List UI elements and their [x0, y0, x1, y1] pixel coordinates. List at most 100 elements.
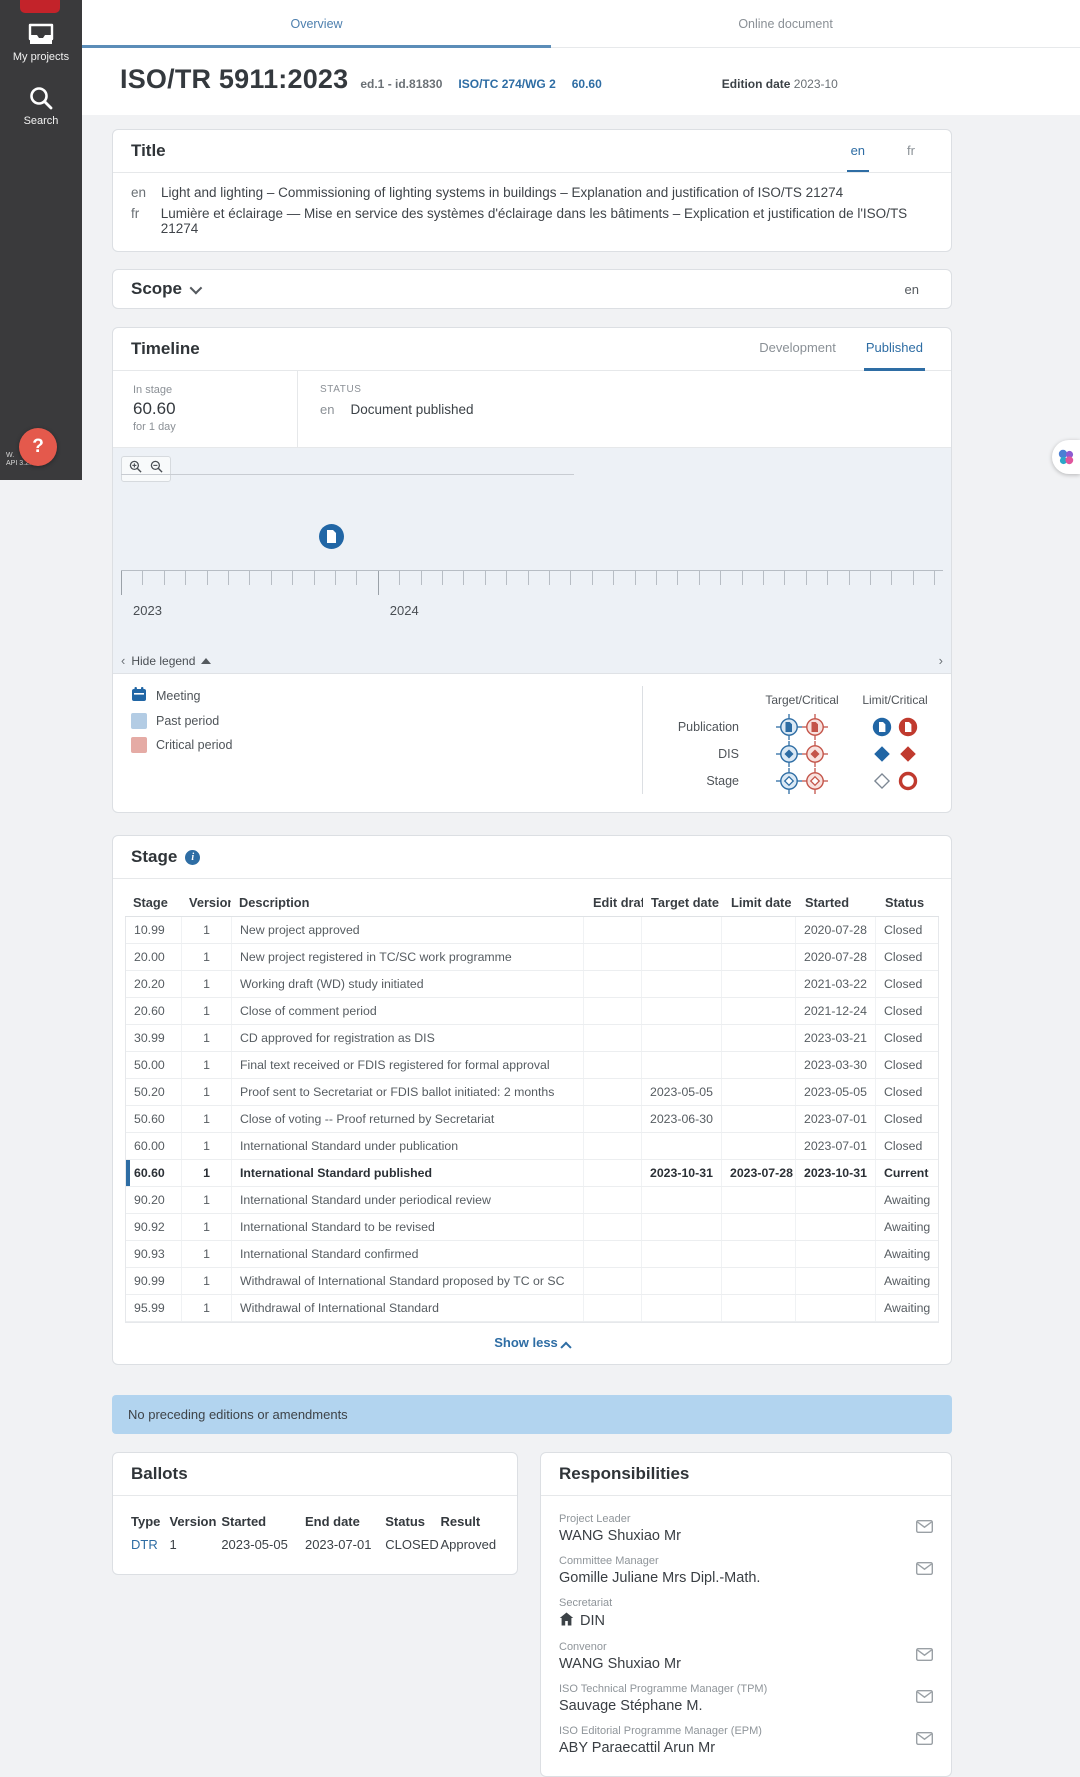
- timeline-card: Timeline Development Published In stage …: [112, 327, 952, 813]
- cell: 1: [182, 1214, 232, 1240]
- table-row[interactable]: 90.991Withdrawal of International Standa…: [126, 1268, 938, 1295]
- table-row[interactable]: 60.601International Standard published20…: [126, 1160, 938, 1187]
- cell: International Standard under publication: [232, 1133, 584, 1159]
- table-row[interactable]: 60.001International Standard under publi…: [126, 1133, 938, 1160]
- table-row[interactable]: 90.921International Standard to be revis…: [126, 1214, 938, 1241]
- title-card-heading: Title: [131, 141, 166, 161]
- info-icon[interactable]: i: [185, 850, 200, 865]
- lang-tab-fr[interactable]: fr: [903, 143, 919, 172]
- tab-overview[interactable]: Overview: [82, 0, 551, 47]
- ballot-type-link[interactable]: DTR: [131, 1533, 169, 1556]
- legend-item: Critical period: [131, 737, 642, 753]
- cell: [584, 944, 642, 970]
- cell: 10.99: [126, 917, 182, 943]
- ruler-tick: [442, 571, 443, 585]
- show-less-button[interactable]: Show less: [113, 1323, 951, 1364]
- mail-icon[interactable]: [916, 1648, 933, 1666]
- table-row[interactable]: 50.001Final text received or FDIS regist…: [126, 1052, 938, 1079]
- help-button[interactable]: ?: [19, 428, 57, 466]
- cell: Closed: [876, 998, 938, 1024]
- responsibility-role: ISO Editorial Programme Manager (EPM): [559, 1725, 899, 1737]
- legend-row-publication: Publication: [665, 713, 937, 740]
- cell: [584, 1241, 642, 1267]
- stage-code-link[interactable]: 60.60: [572, 77, 602, 91]
- cell: 90.92: [126, 1214, 182, 1240]
- timeline-tab-development[interactable]: Development: [757, 340, 838, 371]
- ruler-tick: [142, 571, 143, 585]
- table-row[interactable]: 90.931International Standard confirmedAw…: [126, 1241, 938, 1268]
- cell: [722, 1268, 796, 1294]
- app-logo[interactable]: [20, 0, 60, 13]
- title-translation-row: enLight and lighting – Commissioning of …: [131, 182, 933, 203]
- ruler-tick: [934, 571, 935, 585]
- hide-legend-toggle[interactable]: ‹ Hide legend: [121, 653, 211, 668]
- cell: 2023-06-30: [642, 1106, 722, 1132]
- in-stage-label: In stage: [133, 384, 297, 396]
- publication-marker-icon[interactable]: [319, 524, 344, 549]
- lang-tab-en[interactable]: en: [847, 143, 869, 172]
- responsibility-role: Committee Manager: [559, 1555, 899, 1567]
- year-label: 2023: [133, 603, 162, 618]
- scroll-right-icon[interactable]: ›: [939, 653, 943, 668]
- table-row[interactable]: 20.601Close of comment period2021-12-24C…: [126, 998, 938, 1025]
- cell: [584, 1214, 642, 1240]
- ruler-tick: [635, 571, 636, 585]
- table-row[interactable]: 50.201Proof sent to Secretariat or FDIS …: [126, 1079, 938, 1106]
- ruler-tick: [271, 571, 272, 585]
- ruler-tick: [891, 571, 892, 585]
- responsibility-item: Committee ManagerGomille Juliane Mrs Dip…: [559, 1546, 933, 1588]
- zoom-out-icon[interactable]: [150, 460, 163, 478]
- cell: 2023-07-01: [796, 1106, 876, 1132]
- timeline-chart[interactable]: 20232024: [113, 448, 951, 648]
- status-value: Document published: [350, 402, 473, 417]
- mail-icon[interactable]: [916, 1520, 933, 1538]
- target-critical-icons: [751, 768, 853, 794]
- committee-link[interactable]: ISO/TC 274/WG 2: [458, 77, 555, 91]
- limit-critical-icons: [853, 717, 937, 737]
- table-row[interactable]: 50.601Close of voting -- Proof returned …: [126, 1106, 938, 1133]
- scope-heading: Scope: [131, 279, 182, 299]
- cell: 90.20: [126, 1187, 182, 1213]
- cell: 1: [182, 917, 232, 943]
- cell: Awaiting: [876, 1241, 938, 1267]
- ruler-tick: [292, 571, 293, 585]
- stage-heading: Stage: [131, 847, 177, 867]
- column-header: Limit date: [723, 889, 797, 916]
- legend-col-limit: Limit/Critical: [853, 693, 937, 707]
- timeline-tab-published[interactable]: Published: [864, 340, 925, 371]
- zoom-in-icon[interactable]: [129, 460, 142, 478]
- sidebar-item-my-projects[interactable]: My projects: [0, 22, 82, 63]
- cell: 1: [182, 1106, 232, 1132]
- ruler-tick: [356, 571, 357, 585]
- column-header: Version: [181, 889, 231, 916]
- top-tabbar: Overview Online document: [82, 0, 1080, 48]
- cell: Approved: [440, 1533, 499, 1556]
- extension-bubble[interactable]: [1052, 440, 1080, 474]
- table-row[interactable]: 95.991Withdrawal of International Standa…: [126, 1295, 938, 1322]
- home-icon: [559, 1612, 574, 1630]
- mail-icon[interactable]: [916, 1562, 933, 1580]
- ruler-tick: [870, 571, 871, 585]
- scope-expander[interactable]: Scope en: [113, 270, 951, 308]
- responsibility-name: WANG Shuxiao Mr: [559, 1528, 899, 1544]
- table-row[interactable]: 30.991CD approved for registration as DI…: [126, 1025, 938, 1052]
- tab-online-document[interactable]: Online document: [551, 0, 1020, 47]
- mail-icon[interactable]: [916, 1732, 933, 1750]
- cell: [722, 1025, 796, 1051]
- ruler-tick: [335, 571, 336, 585]
- chart-ruler: 20232024: [121, 570, 943, 630]
- table-row[interactable]: 20.201Working draft (WD) study initiated…: [126, 971, 938, 998]
- sidebar-item-search[interactable]: Search: [0, 84, 82, 127]
- table-row[interactable]: 20.001New project registered in TC/SC wo…: [126, 944, 938, 971]
- sidebar-item-label: My projects: [0, 51, 82, 63]
- mail-icon[interactable]: [916, 1690, 933, 1708]
- timeline-stats: In stage 60.60 for 1 day STATUS en Docum…: [113, 371, 951, 448]
- scroll-left-icon[interactable]: ‹: [121, 653, 125, 668]
- ballots-card: Ballots TypeVersionStartedEnd dateStatus…: [112, 1452, 518, 1575]
- table-row[interactable]: 10.991New project approved2020-07-28Clos…: [126, 917, 938, 944]
- cell: [642, 1052, 722, 1078]
- column-header: Status: [385, 1510, 440, 1533]
- ruler-tick: [849, 571, 850, 585]
- table-row[interactable]: 90.201International Standard under perio…: [126, 1187, 938, 1214]
- cell: [642, 917, 722, 943]
